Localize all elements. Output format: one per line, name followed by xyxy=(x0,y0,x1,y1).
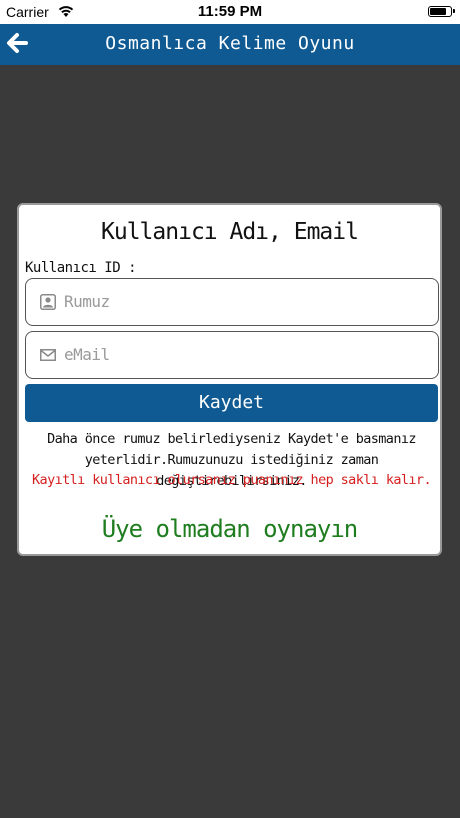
status-bar: Carrier 11:59 PM xyxy=(0,0,460,24)
save-button[interactable]: Kaydet xyxy=(25,384,438,422)
user-id-label: Kullanıcı ID : xyxy=(25,260,137,276)
battery-icon xyxy=(428,6,455,17)
clock: 11:59 PM xyxy=(197,3,263,20)
envelope-icon xyxy=(40,349,56,361)
user-icon xyxy=(40,294,56,310)
play-without-account-link[interactable]: Üye olmadan oynayın xyxy=(19,515,440,543)
nickname-input[interactable]: Rumuz xyxy=(25,278,439,326)
navigation-bar: Osmanlıca Kelime Oyunu xyxy=(0,24,460,65)
page-title: Osmanlıca Kelime Oyunu xyxy=(105,33,355,54)
warning-text: Kayıtlı kullanıcı olursanız puanınız hep… xyxy=(32,472,432,488)
user-dialog: Kullanıcı Adı, Email Kullanıcı ID : Rumu… xyxy=(17,203,442,556)
nickname-placeholder: Rumuz xyxy=(64,292,110,311)
email-placeholder: eMail xyxy=(64,345,110,364)
dialog-title: Kullanıcı Adı, Email xyxy=(101,219,359,245)
email-input[interactable]: eMail xyxy=(25,331,439,379)
